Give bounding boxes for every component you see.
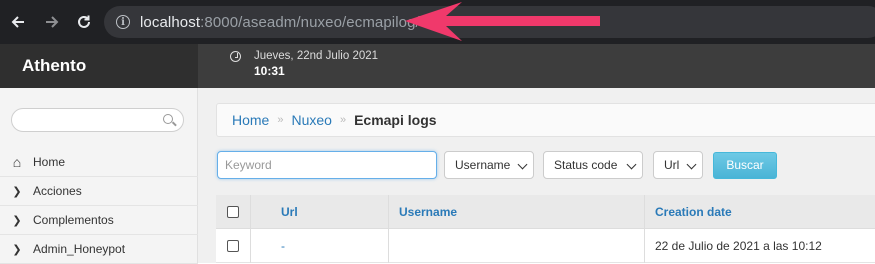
chevron-right-icon: ❯ <box>12 185 22 198</box>
table-header: Url Username Creation date <box>216 195 875 229</box>
back-button[interactable] <box>6 10 30 34</box>
url-select[interactable]: Url <box>653 151 703 179</box>
header-time: 10:31 <box>254 64 285 78</box>
status-code-select[interactable]: Status code <box>543 151 643 179</box>
sidebar-item-admin-honeypot[interactable]: ❯ Admin_Honeypot <box>0 235 198 264</box>
table-row: - 22 de Julio de 2021 a las 10:12 <box>216 229 875 263</box>
app-header: Athento Jueves, 22nd Julio 2021 10:31 <box>0 44 875 88</box>
chevron-down-icon <box>517 159 528 170</box>
arrow-right-icon <box>46 16 59 28</box>
reload-button[interactable] <box>72 10 96 34</box>
breadcrumb-nuxeo[interactable]: Nuxeo <box>291 112 331 128</box>
column-header-creation-date[interactable]: Creation date <box>655 195 732 229</box>
sidebar-item-complementos[interactable]: ❯ Complementos <box>0 206 198 235</box>
select-all-checkbox[interactable] <box>227 206 239 218</box>
chevron-right-icon: ❯ <box>12 214 22 227</box>
clock-icon <box>230 51 241 62</box>
breadcrumb-home[interactable]: Home <box>232 112 269 128</box>
sidebar-item-acciones[interactable]: ❯ Acciones <box>0 177 198 206</box>
search-button[interactable]: Buscar <box>713 152 777 179</box>
browser-toolbar: i localhost:8000/aseadm/nuxeo/ecmapilog/ <box>0 0 875 44</box>
url-path: :8000/aseadm/nuxeo/ecmapilog/ <box>200 13 420 31</box>
row-checkbox[interactable] <box>227 240 239 252</box>
arrow-left-icon <box>11 16 24 28</box>
sidebar-item-label: Home <box>33 155 66 169</box>
column-divider <box>388 229 389 263</box>
column-divider <box>388 195 389 229</box>
keyword-input[interactable]: Keyword <box>217 151 437 179</box>
column-divider <box>250 195 251 229</box>
sidebar-item-label: Acciones <box>33 184 82 198</box>
sidebar-search-input[interactable] <box>11 108 184 132</box>
main-content: Home » Nuxeo » Ecmapi logs Keyword Usern… <box>198 88 875 263</box>
column-header-url[interactable]: Url <box>281 195 298 229</box>
column-divider <box>644 195 645 229</box>
username-select-value: Username <box>455 158 511 172</box>
breadcrumb-separator: » <box>277 114 284 126</box>
column-divider <box>644 229 645 263</box>
breadcrumb-separator: » <box>339 114 347 126</box>
sidebar-item-label: Complementos <box>33 213 114 227</box>
forward-button[interactable] <box>40 10 64 34</box>
search-icon[interactable] <box>163 114 173 124</box>
breadcrumb: Home » Nuxeo » Ecmapi logs <box>216 103 875 137</box>
chevron-down-icon <box>686 159 697 170</box>
username-select[interactable]: Username <box>444 151 534 179</box>
status-code-select-value: Status code <box>554 158 618 172</box>
url-text: localhost:8000/aseadm/nuxeo/ecmapilog/ <box>140 14 420 31</box>
sidebar: ⌂ Home ❯ Acciones ❯ Complementos ❯ Admin… <box>0 88 198 264</box>
chevron-down-icon <box>626 159 637 170</box>
home-icon: ⌂ <box>12 154 22 170</box>
url-select-value: Url <box>664 158 680 172</box>
sidebar-item-label: Admin_Honeypot <box>33 242 126 256</box>
cell-url[interactable]: - <box>281 229 285 263</box>
chevron-right-icon: ❯ <box>12 243 22 256</box>
column-header-username[interactable]: Username <box>399 195 457 229</box>
brand-logo[interactable]: Athento <box>0 44 198 88</box>
reload-icon <box>78 15 90 28</box>
breadcrumb-current: Ecmapi logs <box>354 112 437 128</box>
column-divider <box>250 229 251 263</box>
cell-creation-date: 22 de Julio de 2021 a las 10:12 <box>655 239 822 253</box>
header-date: Jueves, 22nd Julio 2021 <box>254 50 379 62</box>
url-host: localhost <box>140 13 201 31</box>
address-bar[interactable]: i localhost:8000/aseadm/nuxeo/ecmapilog/ <box>104 6 875 38</box>
sidebar-item-home[interactable]: ⌂ Home <box>0 148 198 177</box>
info-icon[interactable]: i <box>116 15 130 29</box>
